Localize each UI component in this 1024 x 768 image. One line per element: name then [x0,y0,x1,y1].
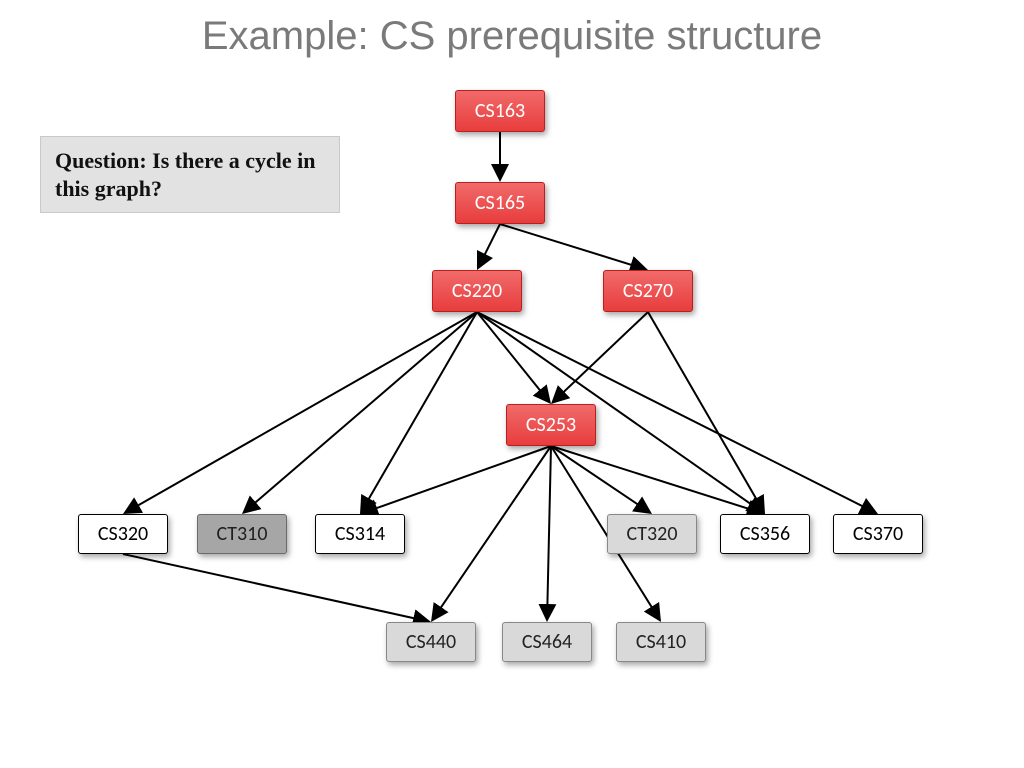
node-label: CS356 [740,522,790,546]
edge-cs220-cs320 [126,312,477,513]
node-cs314: CS314 [315,514,405,554]
edge-cs320-cs440 [123,554,428,621]
edge-cs220-cs253 [477,312,549,402]
edge-cs165-cs270 [500,224,645,269]
node-cs220: CS220 [432,270,522,312]
node-cs320: CS320 [78,514,168,554]
node-label: CS163 [475,99,525,123]
node-cs440: CS440 [386,622,476,662]
edge-cs253-cs464 [547,446,551,619]
node-label: CS314 [335,522,385,546]
edge-cs253-cs356 [551,446,762,513]
node-label: CT320 [627,522,678,546]
edge-cs165-cs220 [478,224,500,267]
node-label: CS270 [623,279,673,303]
node-cs370: CS370 [833,514,923,554]
node-ct310: CT310 [197,514,287,554]
node-label: CS253 [526,413,576,437]
question-box: Question: Is there a cycle in this graph… [40,136,340,213]
node-cs163: CS163 [455,90,545,132]
node-cs356: CS356 [720,514,810,554]
node-cs253: CS253 [506,404,596,446]
edge-cs253-cs314 [363,446,551,513]
edge-cs253-ct320 [551,446,650,512]
node-label: CS320 [98,522,148,546]
node-cs270: CS270 [603,270,693,312]
page-title: Example: CS prerequisite structure [0,14,1024,59]
edge-cs220-cs314 [362,312,477,511]
node-cs464: CS464 [502,622,592,662]
edge-cs270-cs356 [648,312,763,511]
node-label: CS165 [475,191,525,215]
edge-cs270-cs253 [553,312,648,402]
node-label: CS220 [452,279,502,303]
node-label: CS440 [406,630,456,654]
diagram-stage: Example: CS prerequisite structure Quest… [0,0,1024,768]
node-cs410: CS410 [616,622,706,662]
edge-cs253-cs440 [433,446,551,620]
node-label: CS370 [853,522,903,546]
node-label: CS464 [522,630,572,654]
node-ct320: CT320 [607,514,697,554]
node-label: CT310 [217,522,268,546]
edge-cs220-ct310 [244,312,477,512]
node-cs165: CS165 [455,182,545,224]
node-label: CS410 [636,630,686,654]
